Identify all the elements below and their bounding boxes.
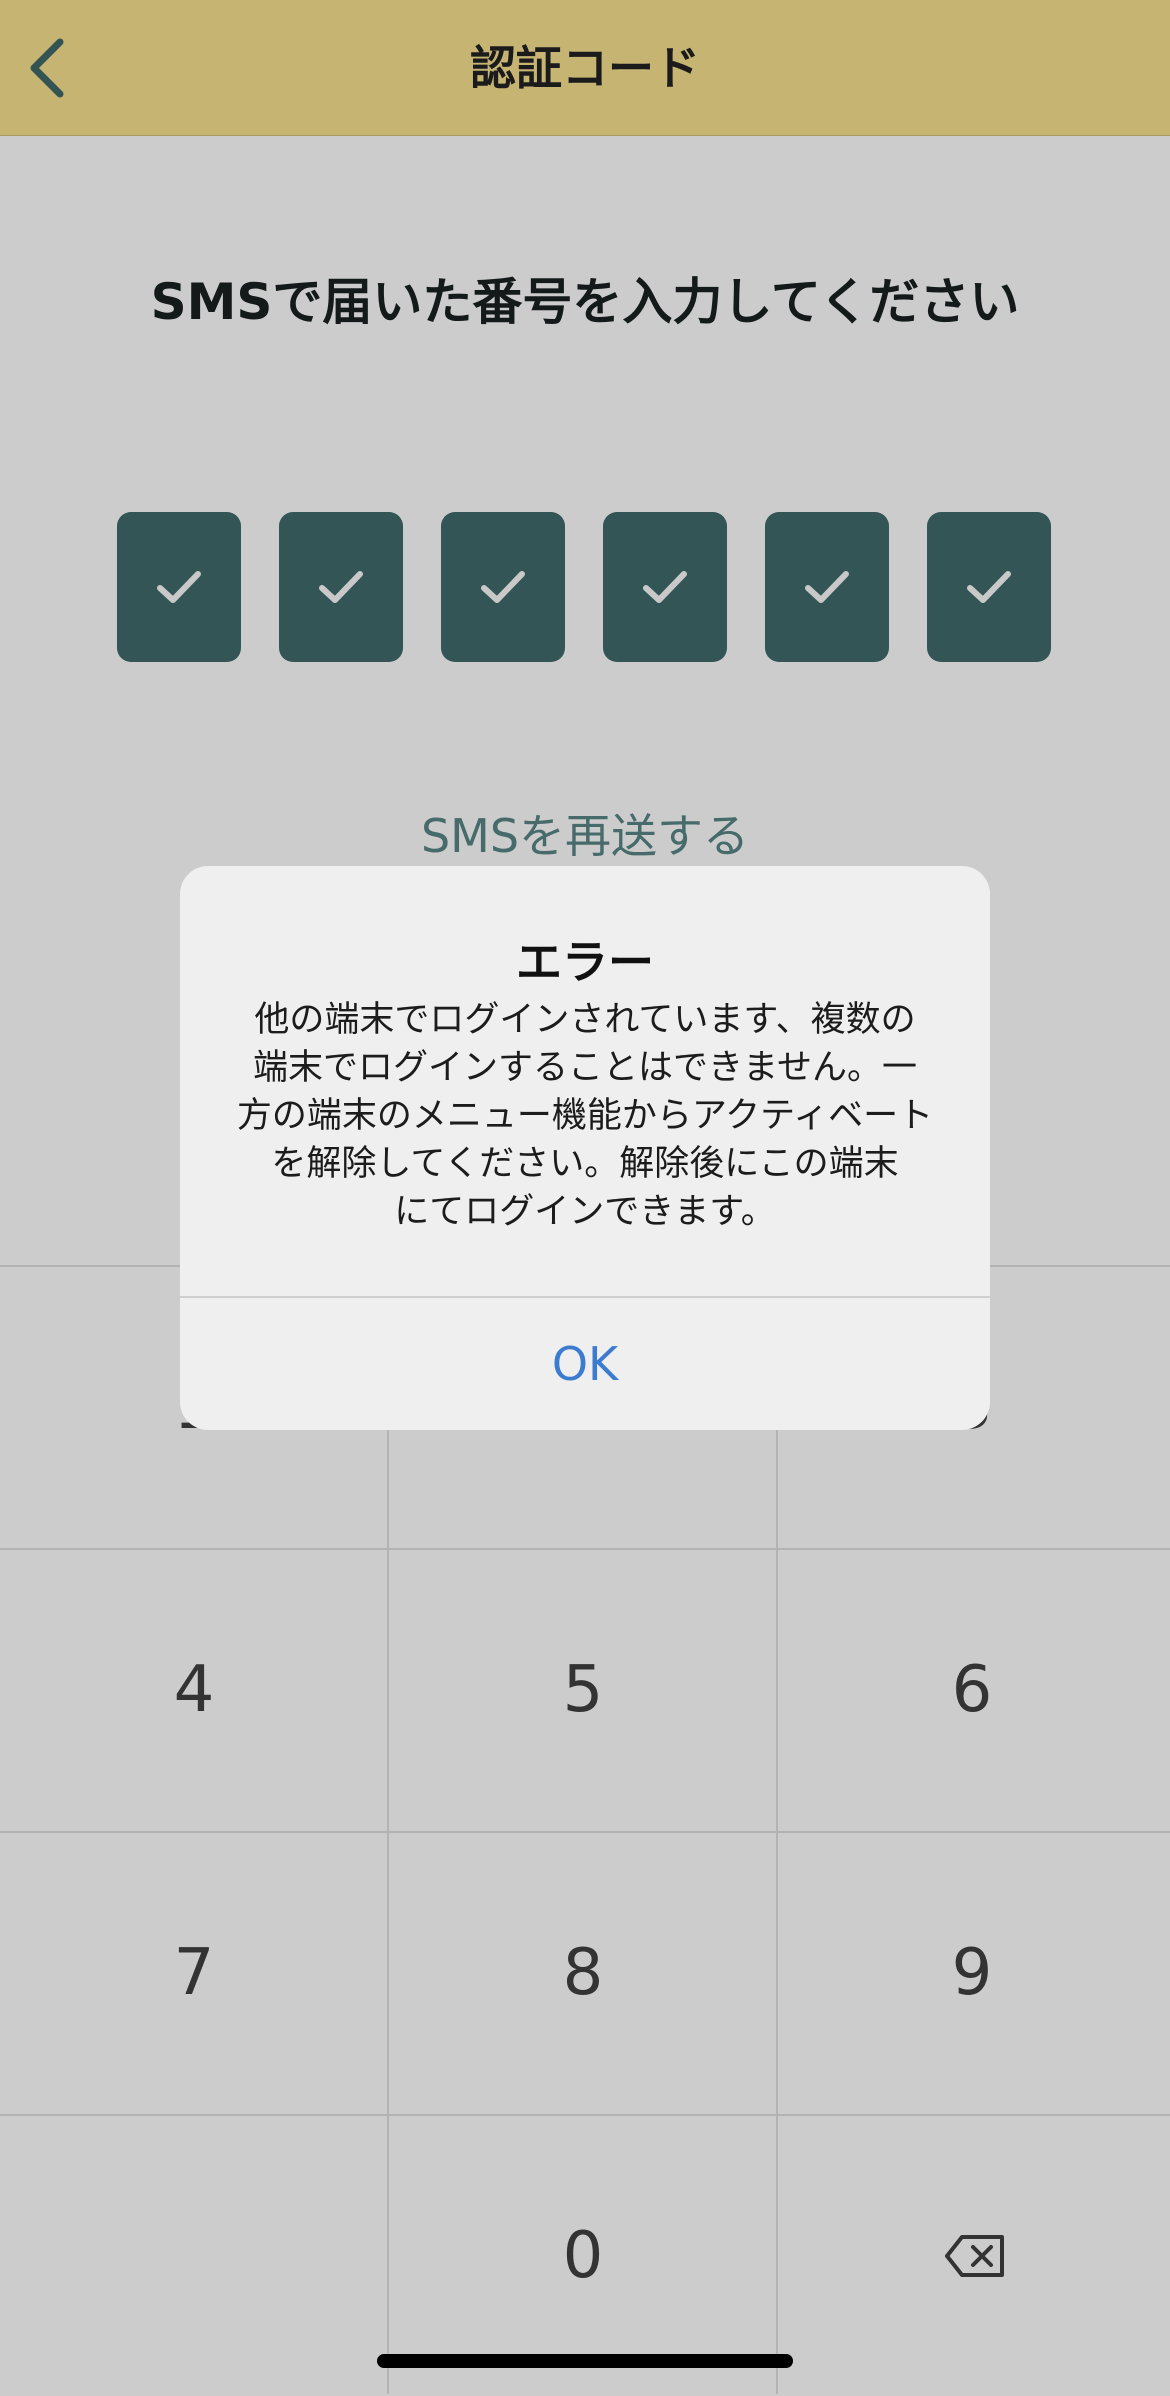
dialog-message-line: を解除してください。解除後にこの端末 — [271, 1144, 899, 1184]
code-digit-box-1[interactable] — [117, 512, 241, 662]
ok-button[interactable]: OK — [180, 1298, 990, 1430]
code-digit-box-4[interactable] — [603, 512, 727, 662]
resend-sms-link[interactable]: SMSを再送する — [0, 800, 1170, 866]
checkmark-icon — [157, 571, 201, 603]
key-5[interactable]: 5 — [389, 1550, 777, 1830]
instruction-text: SMSで届いた番号を入力してください — [150, 273, 1020, 331]
code-digit-box-2[interactable] — [279, 512, 403, 662]
backspace-icon[interactable] — [944, 2234, 1006, 2278]
dialog-message: 他の端末でログインされています、複数の 端末でログインすることはできません。一 … — [230, 996, 940, 1236]
dialog-message-line: 端末でログインすることはできません。一 — [253, 1048, 917, 1088]
key-6[interactable]: 6 — [778, 1550, 1166, 1830]
dialog-message-line: 方の端末のメニュー機能からアクティベート — [236, 1096, 934, 1136]
key-8[interactable]: 8 — [389, 1833, 777, 2113]
code-digit-box-5[interactable] — [765, 512, 889, 662]
navigation-bar: 認証コード — [0, 0, 1170, 136]
dialog-message-line: 他の端末でログインされています、複数の — [254, 1000, 916, 1040]
key-9[interactable]: 9 — [778, 1833, 1166, 2113]
checkmark-icon — [967, 571, 1011, 603]
dialog-title: エラー — [516, 935, 654, 989]
home-indicator — [377, 2354, 793, 2368]
checkmark-icon — [319, 571, 363, 603]
dialog-message-line: にてログインできます。 — [394, 1192, 776, 1232]
code-digit-box-6[interactable] — [927, 512, 1051, 662]
code-digit-box-3[interactable] — [441, 512, 565, 662]
checkmark-icon — [643, 571, 687, 603]
checkmark-icon — [805, 571, 849, 603]
page-title: 認証コード — [470, 41, 700, 95]
error-alert-dialog: エラー 他の端末でログインされています、複数の 端末でログインすることはできませ… — [180, 866, 990, 1430]
key-7[interactable]: 7 — [0, 1833, 388, 2113]
key-4[interactable]: 4 — [0, 1550, 388, 1830]
checkmark-icon — [481, 571, 525, 603]
numeric-keypad: 1 2 3 4 5 6 7 8 9 0 — [0, 1265, 1170, 2394]
